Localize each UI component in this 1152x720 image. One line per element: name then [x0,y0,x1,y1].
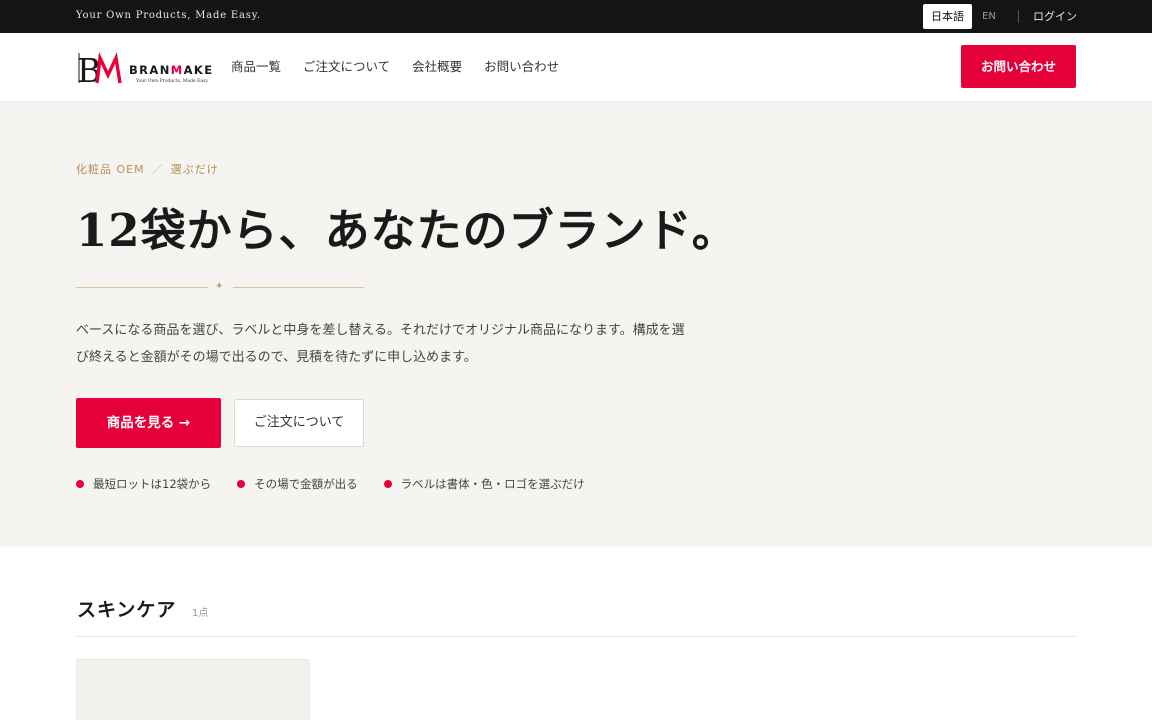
nav-item-contact[interactable]: お問い合わせ [484,59,559,75]
section-divider [76,636,1076,637]
hero-description: ベースになる商品を選び、ラベルと中身を差し替える。それだけでオリジナル商品になり… [76,323,685,365]
eyebrow-label: 選ぶだけ [170,163,219,176]
nav-item-ordering[interactable]: ご注文について [303,59,390,75]
feature-item: ラベルは書体・色・ロゴを選ぶだけ [383,476,585,492]
feature-list: 最短ロットは12袋から その場で金額が出る ラベルは書体・色・ロゴを選ぶだけ [76,476,585,492]
nav-item-company[interactable]: 会社概要 [412,59,462,75]
feature-item: その場で金額が出る [237,476,358,492]
login-link[interactable]: ログイン [1033,4,1077,29]
section-item-count: 1点 [192,608,209,619]
divider-line [76,287,208,288]
logo-mark-icon: B [77,51,122,87]
divider-line [233,287,364,288]
logo-subtitle: Your Own Products, Made Easy. [136,79,209,84]
hero-eyebrow: 化粧品 OEM ／ 選ぶだけ [76,161,219,177]
feature-label: その場で金額が出る [254,477,358,491]
tagline: Your Own Products, Made Easy. [76,10,261,21]
main-nav: 商品一覧 ご注文について 会社概要 お問い合わせ [231,59,559,75]
product-card[interactable] [76,659,310,720]
eyebrow-label: 化粧品 OEM [76,163,145,176]
bullet-dot-icon [76,480,84,488]
bullet-dot-icon [237,480,246,488]
sparkle-icon: ✦ [215,281,224,292]
language-japanese-button[interactable]: 日本語 [923,4,972,29]
logo-word-part: BRAN [129,63,171,77]
brand-logo[interactable]: B BRANMAKE Your Own Products, Made Easy. [76,49,212,87]
topbar-divider [1018,10,1019,23]
section-title: スキンケア [77,599,177,621]
language-english-button[interactable]: EN [977,4,1001,29]
bullet-dot-icon [383,480,392,488]
hero-section: 化粧品 OEM ／ 選ぶだけ 12袋から、あなたのブランド。 ✦ ベースになる商品を… [0,102,1152,547]
feature-label: 最短ロットは12袋から [93,477,212,491]
hero-title: 12袋から、あなたのブランド。 [76,204,738,257]
logo-word-part: AKE [183,63,214,77]
feature-item: 最短ロットは12袋から [76,476,211,492]
logo-wordmark: BRANMAKE [129,63,213,77]
eyebrow-separator: ／ [151,163,164,176]
site-header: B BRANMAKE Your Own Products, Made Easy.… [0,33,1152,102]
feature-label: ラベルは書体・色・ロゴを選ぶだけ [400,477,585,491]
top-bar: Your Own Products, Made Easy. 日本語 EN ログイ… [0,0,1152,33]
nav-item-products[interactable]: 商品一覧 [231,59,281,75]
logo-word-accent: M [170,63,184,77]
contact-button[interactable]: お問い合わせ [961,45,1076,88]
hero-divider: ✦ [76,281,364,294]
view-products-button[interactable]: 商品を見る → [76,398,221,448]
about-ordering-button[interactable]: ご注文について [234,399,364,447]
